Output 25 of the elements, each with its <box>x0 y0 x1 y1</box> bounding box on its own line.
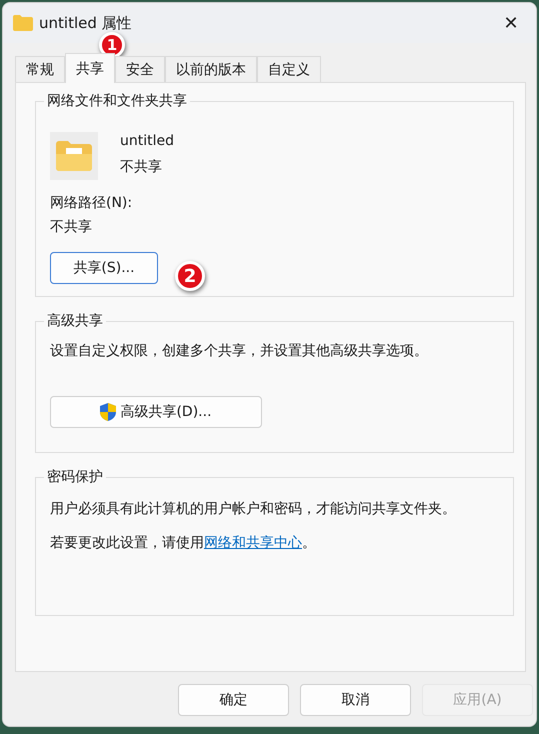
tab[interactable]: 安全 <box>115 56 165 82</box>
folder-icon <box>13 15 33 31</box>
folder-icon <box>56 141 92 171</box>
info-text: 若要更改此设置，请使用网络和共享中心。 <box>50 534 317 552</box>
tab[interactable]: 常规 <box>15 56 65 82</box>
shield-icon <box>100 403 116 421</box>
close-button[interactable]: ✕ <box>494 8 528 38</box>
group-heading: 密码保护 <box>44 468 106 486</box>
dialog-button[interactable]: 取消 <box>300 684 411 716</box>
tab[interactable]: 共享 <box>65 53 115 83</box>
share-status: 不共享 <box>120 158 163 176</box>
group-heading: 高级共享 <box>44 312 106 330</box>
network-center-link[interactable]: 网络和共享中心 <box>204 535 302 551</box>
window-title: untitled 属性 <box>39 14 133 32</box>
folder-name: untitled <box>120 132 174 150</box>
tab[interactable]: 以前的版本 <box>165 56 257 82</box>
group-heading: 网络文件和文件夹共享 <box>44 92 190 110</box>
network-path-label: 网络路径(N): <box>50 194 134 212</box>
tab[interactable]: 自定义 <box>257 56 321 82</box>
dialog-button[interactable]: 确定 <box>178 684 289 716</box>
description-text: 设置自定义权限，创建多个共享，并设置其他高级共享选项。 <box>50 342 429 360</box>
advanced-sharing-button[interactable]: 高级共享(D)... <box>50 396 262 428</box>
network-path-value: 不共享 <box>50 218 93 236</box>
share-button[interactable]: 共享(S)... <box>50 252 158 284</box>
info-text: 用户必须具有此计算机的用户帐户和密码，才能访问共享文件夹。 <box>50 500 457 518</box>
